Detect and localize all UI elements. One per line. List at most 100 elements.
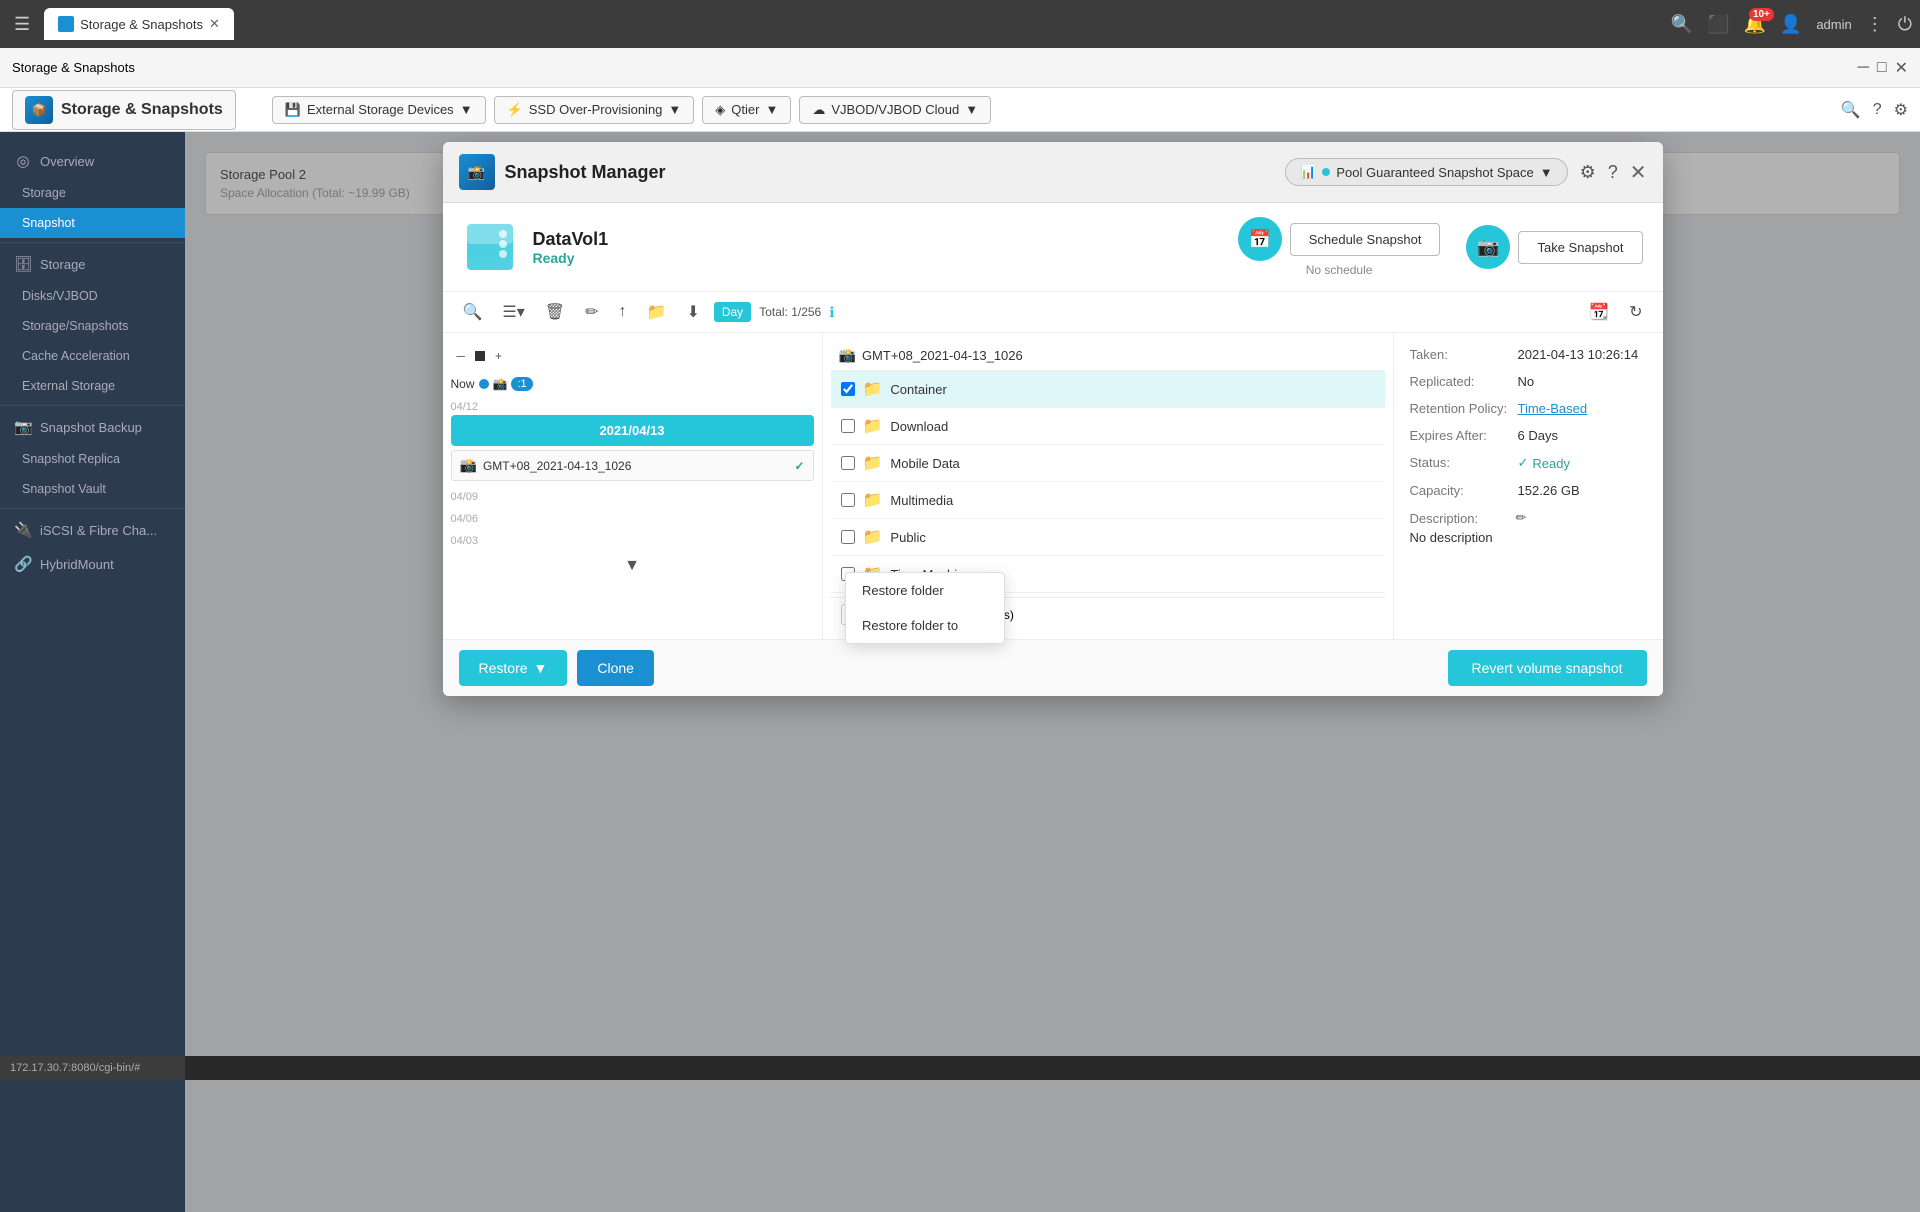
folder-row-mobiledata[interactable]: 📁 Mobile Data	[831, 445, 1385, 482]
qtier-btn[interactable]: ◈ Qtier ▼	[702, 96, 791, 124]
user-label[interactable]: admin	[1816, 17, 1851, 32]
snap-download-btn[interactable]: ⬇	[680, 298, 705, 326]
sidebar-item-storage[interactable]: 🗄 Storage	[0, 247, 185, 281]
max-icon[interactable]: □	[1877, 59, 1887, 77]
timeline-down-chevron[interactable]: ▼	[624, 557, 640, 574]
modal-help-icon[interactable]: ?	[1608, 162, 1618, 183]
snap-share-btn[interactable]: ↑	[613, 299, 633, 325]
detail-expires: Expires After: 6 Days	[1410, 428, 1647, 443]
day-view-btn[interactable]: Day	[714, 302, 751, 322]
hybridmount-icon: 🔗	[14, 555, 32, 573]
timeline-minus-btn[interactable]: ─	[451, 345, 472, 367]
sidebar-item-overview[interactable]: ◎ Overview	[0, 144, 185, 178]
tab-close-icon[interactable]: ✕	[209, 16, 220, 32]
modal-footer: Restore ▼ Clone Revert volume snapshot	[443, 639, 1663, 696]
snap-folder-btn[interactable]: 📁	[641, 298, 673, 326]
snapshot-backup-icon: 📷	[14, 418, 32, 436]
browser-tab[interactable]: Storage & Snapshots ✕	[44, 8, 234, 40]
sidebar-item-iscsi[interactable]: 🔌 iSCSI & Fibre Cha...	[0, 513, 185, 547]
detail-status: Status: ✓ Ready	[1410, 455, 1647, 471]
clone-btn[interactable]: Clone	[577, 650, 654, 686]
sidebar-item-snapshot-backup[interactable]: 📷 Snapshot Backup	[0, 410, 185, 444]
revert-btn[interactable]: Revert volume snapshot	[1448, 650, 1647, 686]
sidebar-item-external[interactable]: External Storage	[0, 371, 185, 401]
external-storage-btn[interactable]: 💾 External Storage Devices ▼	[272, 96, 486, 124]
modal-close-btn[interactable]: ✕	[1630, 160, 1647, 185]
take-snapshot-btn[interactable]: Take Snapshot	[1518, 231, 1642, 264]
status-check-icon: ✓	[1518, 455, 1529, 471]
restore-btn[interactable]: Restore ▼	[459, 650, 568, 686]
hamburger-icon[interactable]: ☰	[8, 8, 36, 41]
schedule-snapshot-btn[interactable]: Schedule Snapshot	[1290, 223, 1441, 256]
replicated-value: No	[1518, 374, 1535, 389]
sidebar-item-snapshot[interactable]: Snapshot	[0, 208, 185, 238]
sidebar-label-vault: Snapshot Vault	[22, 482, 106, 496]
stack-icon[interactable]: ⬛	[1707, 14, 1729, 35]
folder-checkbox-container[interactable]	[841, 382, 855, 396]
snap-count-badge: :1	[511, 377, 532, 391]
content-wrapper: ◎ Overview Storage Snapshot 🗄 Storage Di…	[0, 132, 1920, 1212]
snap-tool-right: 📆 ↻	[1583, 298, 1648, 326]
browser-search-icon[interactable]: 🔍	[1671, 14, 1693, 35]
modal-settings-icon[interactable]: ⚙	[1580, 162, 1596, 183]
snap-list-btn[interactable]: ☰▾	[496, 298, 530, 326]
folder-checkbox-public[interactable]	[841, 530, 855, 544]
timeline-plus-btn[interactable]: +	[489, 345, 508, 367]
detail-taken: Taken: 2021-04-13 10:26:14	[1410, 347, 1647, 362]
snapshot-date-entry[interactable]: 2021/04/13	[451, 415, 814, 446]
sidebar-item-storage-sub[interactable]: Storage	[0, 178, 185, 208]
schedule-circle-btn[interactable]: 📅	[1238, 217, 1282, 261]
power-icon[interactable]: ⏻	[1898, 14, 1912, 35]
toolbar-help-icon[interactable]: ?	[1873, 101, 1882, 119]
sidebar-item-replica[interactable]: Snapshot Replica	[0, 444, 185, 474]
description-edit-icon[interactable]: ✏	[1516, 510, 1527, 526]
notification-badge: 10+	[1749, 8, 1774, 21]
snap-edit-btn[interactable]: ✏	[579, 298, 604, 326]
folder-icon-download: 📁	[863, 416, 883, 436]
snap-search-btn[interactable]: 🔍	[457, 298, 489, 326]
folder-row-multimedia[interactable]: 📁 Multimedia	[831, 482, 1385, 519]
toolbar-settings-icon[interactable]: ⚙	[1894, 100, 1908, 120]
close-app-icon[interactable]: ✕	[1895, 58, 1908, 78]
snapshot-manager-modal: 📸 Snapshot Manager 📊 Pool Guaranteed Sna…	[443, 142, 1663, 696]
sidebar-item-hybridmount[interactable]: 🔗 HybridMount	[0, 547, 185, 581]
volume-info-text: DataVol1 Ready	[533, 229, 609, 266]
sidebar-divider-3	[0, 508, 185, 509]
pool-guaranteed-btn[interactable]: 📊 Pool Guaranteed Snapshot Space ▼	[1285, 158, 1567, 186]
folder-checkbox-download[interactable]	[841, 419, 855, 433]
folder-row-download[interactable]: 📁 Download	[831, 408, 1385, 445]
vjbod-chevron: ▼	[965, 102, 978, 117]
sidebar-item-disks[interactable]: Disks/VJBOD	[0, 281, 185, 311]
snap-delete-btn[interactable]: 🗑	[539, 298, 571, 326]
app-title-bar: Storage & Snapshots ─ □ ✕	[0, 48, 1920, 88]
user-icon[interactable]: 👤	[1780, 14, 1802, 35]
snap-refresh-btn[interactable]: ↻	[1623, 298, 1648, 326]
qtier-icon: ◈	[715, 102, 725, 118]
vjbod-btn[interactable]: ☁ VJBOD/VJBOD Cloud ▼	[799, 96, 991, 124]
folder-checkbox-multimedia[interactable]	[841, 493, 855, 507]
folder-icon-container: 📁	[863, 379, 883, 399]
snap-calendar-btn[interactable]: 📆	[1583, 298, 1615, 326]
sidebar-divider-1	[0, 242, 185, 243]
folder-name-multimedia: Multimedia	[890, 493, 953, 508]
ssd-icon: ⚡	[507, 102, 523, 118]
more-icon[interactable]: ⋮	[1866, 14, 1884, 35]
ssd-btn[interactable]: ⚡ SSD Over-Provisioning ▼	[494, 96, 695, 124]
min-icon[interactable]: ─	[1858, 59, 1869, 77]
folder-row-container[interactable]: 📁 Container	[831, 371, 1385, 408]
folder-row-public[interactable]: 📁 Public	[831, 519, 1385, 556]
snapshot-file-icon: 📸	[460, 457, 477, 474]
take-snapshot-circle[interactable]: 📷	[1466, 225, 1510, 269]
retention-value[interactable]: Time-Based	[1518, 401, 1588, 416]
context-restore-folder-to[interactable]: Restore folder to	[846, 608, 1004, 643]
notification-area[interactable]: 🔔 10+	[1743, 14, 1765, 35]
toolbar-search-icon[interactable]: 🔍	[1841, 100, 1861, 120]
folder-icon-public: 📁	[863, 527, 883, 547]
sidebar-item-cache[interactable]: Cache Acceleration	[0, 341, 185, 371]
folder-panel-header: 📸 GMT+08_2021-04-13_1026	[831, 341, 1385, 371]
snapshot-file-entry[interactable]: 📸 GMT+08_2021-04-13_1026 ✓	[451, 450, 814, 481]
sidebar-item-storage-snap[interactable]: Storage/Snapshots	[0, 311, 185, 341]
sidebar-item-vault[interactable]: Snapshot Vault	[0, 474, 185, 504]
folder-checkbox-mobiledata[interactable]	[841, 456, 855, 470]
context-restore-folder[interactable]: Restore folder	[846, 573, 1004, 608]
